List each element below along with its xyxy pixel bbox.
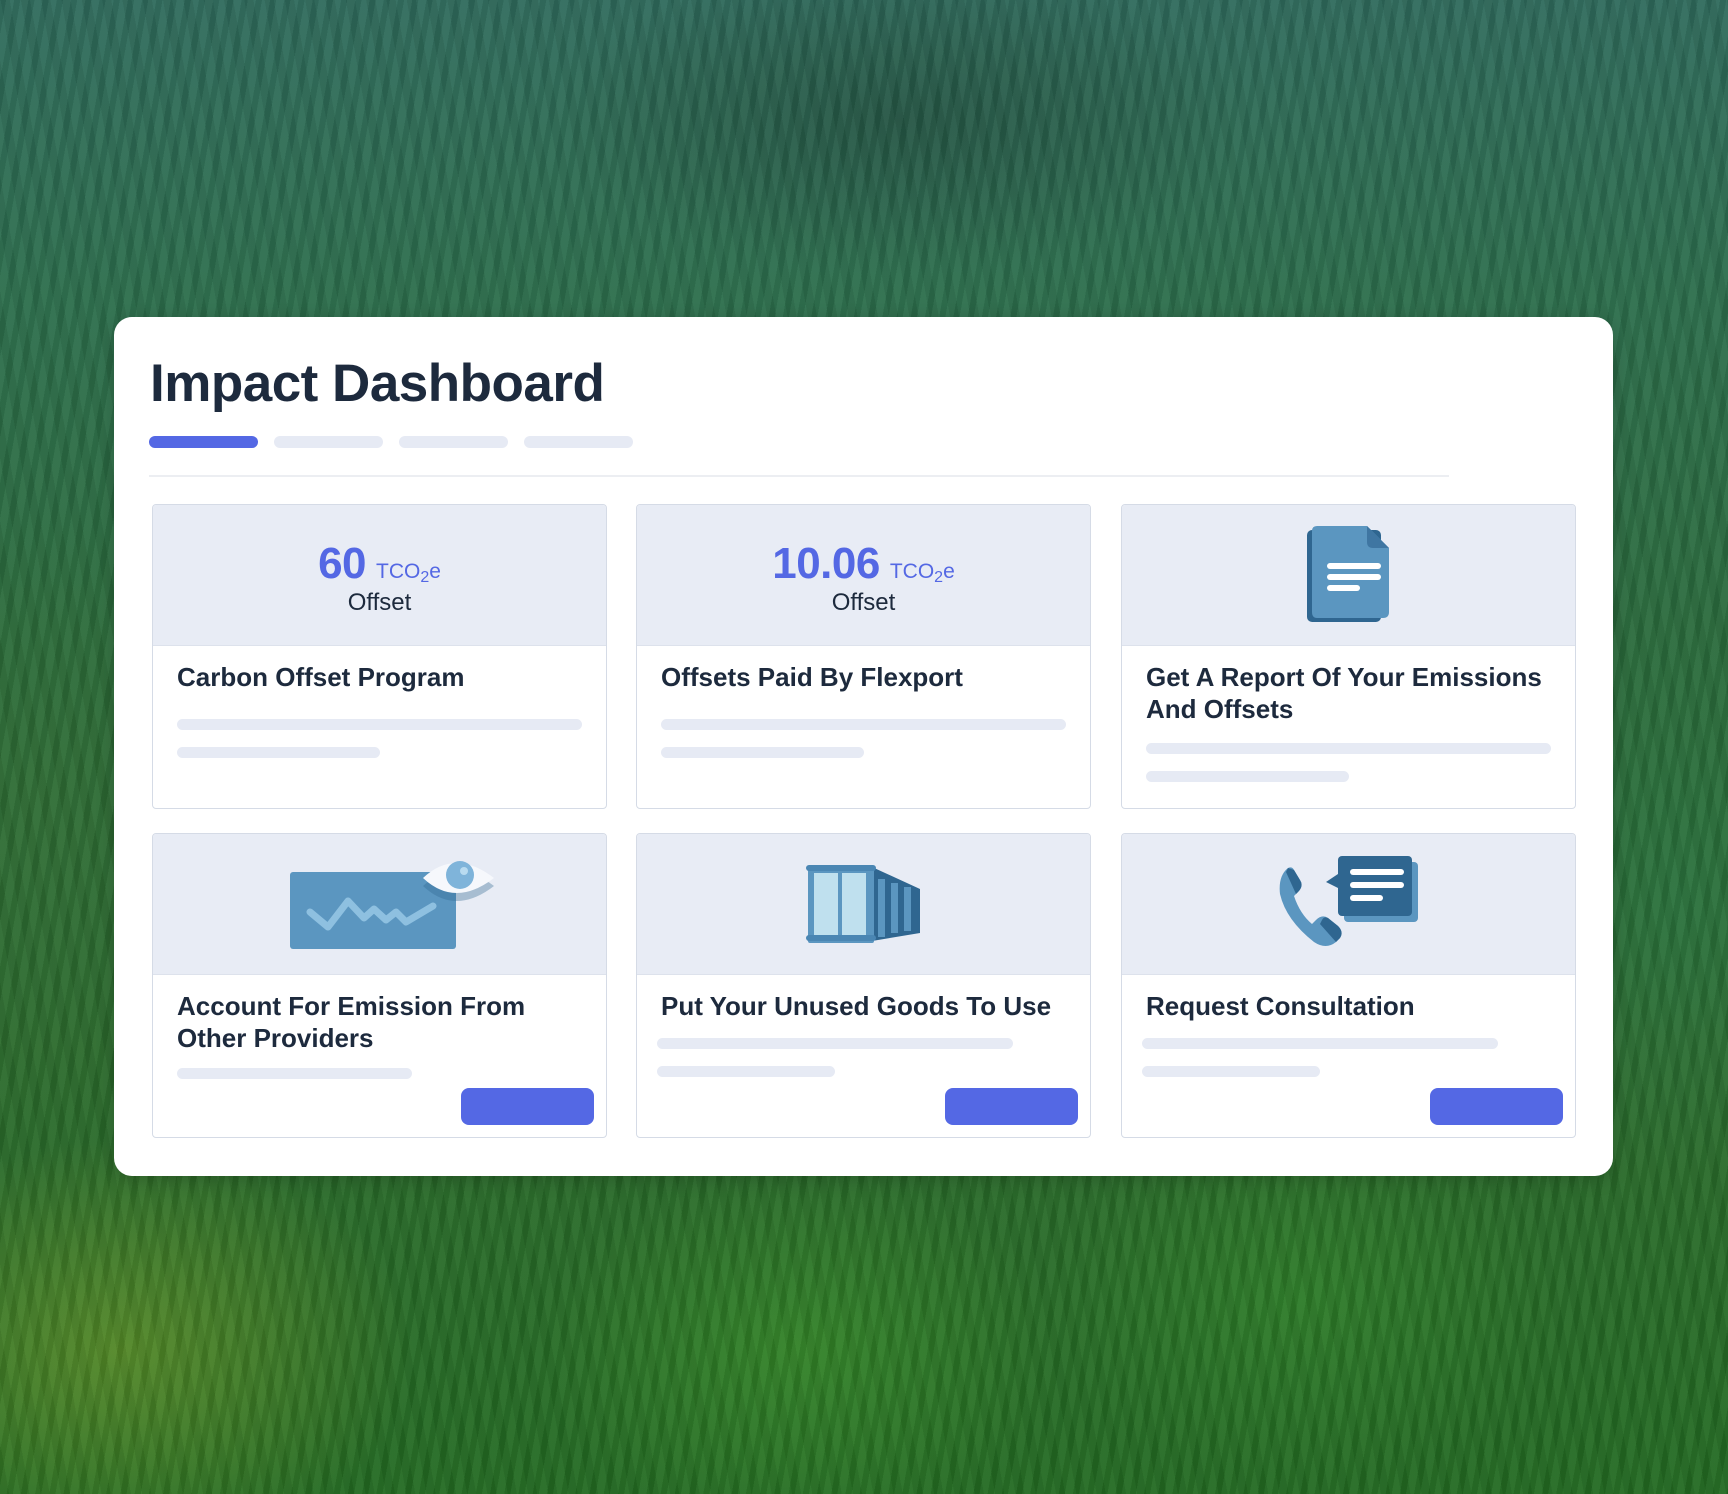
- card-title: Get A Report Of Your Emissions And Offse…: [1146, 662, 1542, 724]
- card-unused-goods[interactable]: Put Your Unused Goods To Use: [636, 833, 1091, 1138]
- shipping-container-icon: [805, 865, 922, 943]
- metric-label: Offset: [347, 589, 412, 616]
- divider: [149, 475, 1449, 477]
- card-title: Put Your Unused Goods To Use: [661, 991, 1052, 1021]
- card-header: [637, 834, 1090, 975]
- card-other-providers-emission[interactable]: Account For Emission From Other Provider…: [152, 833, 607, 1138]
- tab-1[interactable]: [149, 436, 258, 448]
- card-header: [153, 834, 606, 975]
- metric-unit: TCO2e: [889, 560, 955, 586]
- metric: 60 TCO2e: [318, 539, 441, 589]
- chart-eye-icon: [289, 854, 500, 954]
- text-placeholder: [661, 747, 864, 758]
- text-placeholder: [1146, 771, 1349, 782]
- metric-value: 10.06: [772, 539, 880, 588]
- text-placeholder: [177, 1068, 412, 1079]
- metric-value: 60: [318, 539, 367, 588]
- text-placeholder: [1146, 743, 1551, 754]
- impact-dashboard-panel: Impact Dashboard 60 TCO2e Offset Carbon …: [114, 317, 1613, 1176]
- card-header: 60 TCO2e Offset: [153, 505, 606, 646]
- text-placeholder: [1142, 1066, 1320, 1077]
- card-action-button[interactable]: [1430, 1088, 1563, 1125]
- card-header: [1122, 505, 1575, 646]
- card-title: Offsets Paid By Flexport: [661, 662, 963, 692]
- page-title: Impact Dashboard: [150, 354, 605, 413]
- card-title: Request Consultation: [1146, 991, 1415, 1021]
- card-header: [1122, 834, 1575, 975]
- phone-chat-icon: [1274, 854, 1424, 954]
- metric-label: Offset: [831, 589, 896, 616]
- tab-2[interactable]: [274, 436, 383, 448]
- card-title: Account For Emission From Other Provider…: [177, 991, 526, 1053]
- tab-3[interactable]: [399, 436, 508, 448]
- card-offsets-paid-by-flexport[interactable]: 10.06 TCO2e Offset Offsets Paid By Flexp…: [636, 504, 1091, 809]
- card-request-consultation[interactable]: Request Consultation: [1121, 833, 1576, 1138]
- text-placeholder: [657, 1066, 835, 1077]
- card-action-button[interactable]: [461, 1088, 594, 1125]
- text-placeholder: [177, 747, 380, 758]
- card-header: 10.06 TCO2e Offset: [637, 505, 1090, 646]
- tab-4[interactable]: [524, 436, 633, 448]
- card-carbon-offset-program[interactable]: 60 TCO2e Offset Carbon Offset Program: [152, 504, 607, 809]
- text-placeholder: [661, 719, 1066, 730]
- text-placeholder: [1142, 1038, 1498, 1049]
- text-placeholder: [657, 1038, 1013, 1049]
- tab-bar: [149, 436, 633, 448]
- card-emissions-report[interactable]: Get A Report Of Your Emissions And Offse…: [1121, 504, 1576, 809]
- metric-unit: TCO2e: [376, 560, 441, 586]
- document-icon: [1306, 526, 1391, 624]
- card-action-button[interactable]: [945, 1088, 1078, 1125]
- metric: 10.06 TCO2e: [772, 539, 955, 589]
- card-title: Carbon Offset Program: [177, 662, 465, 692]
- text-placeholder: [177, 719, 582, 730]
